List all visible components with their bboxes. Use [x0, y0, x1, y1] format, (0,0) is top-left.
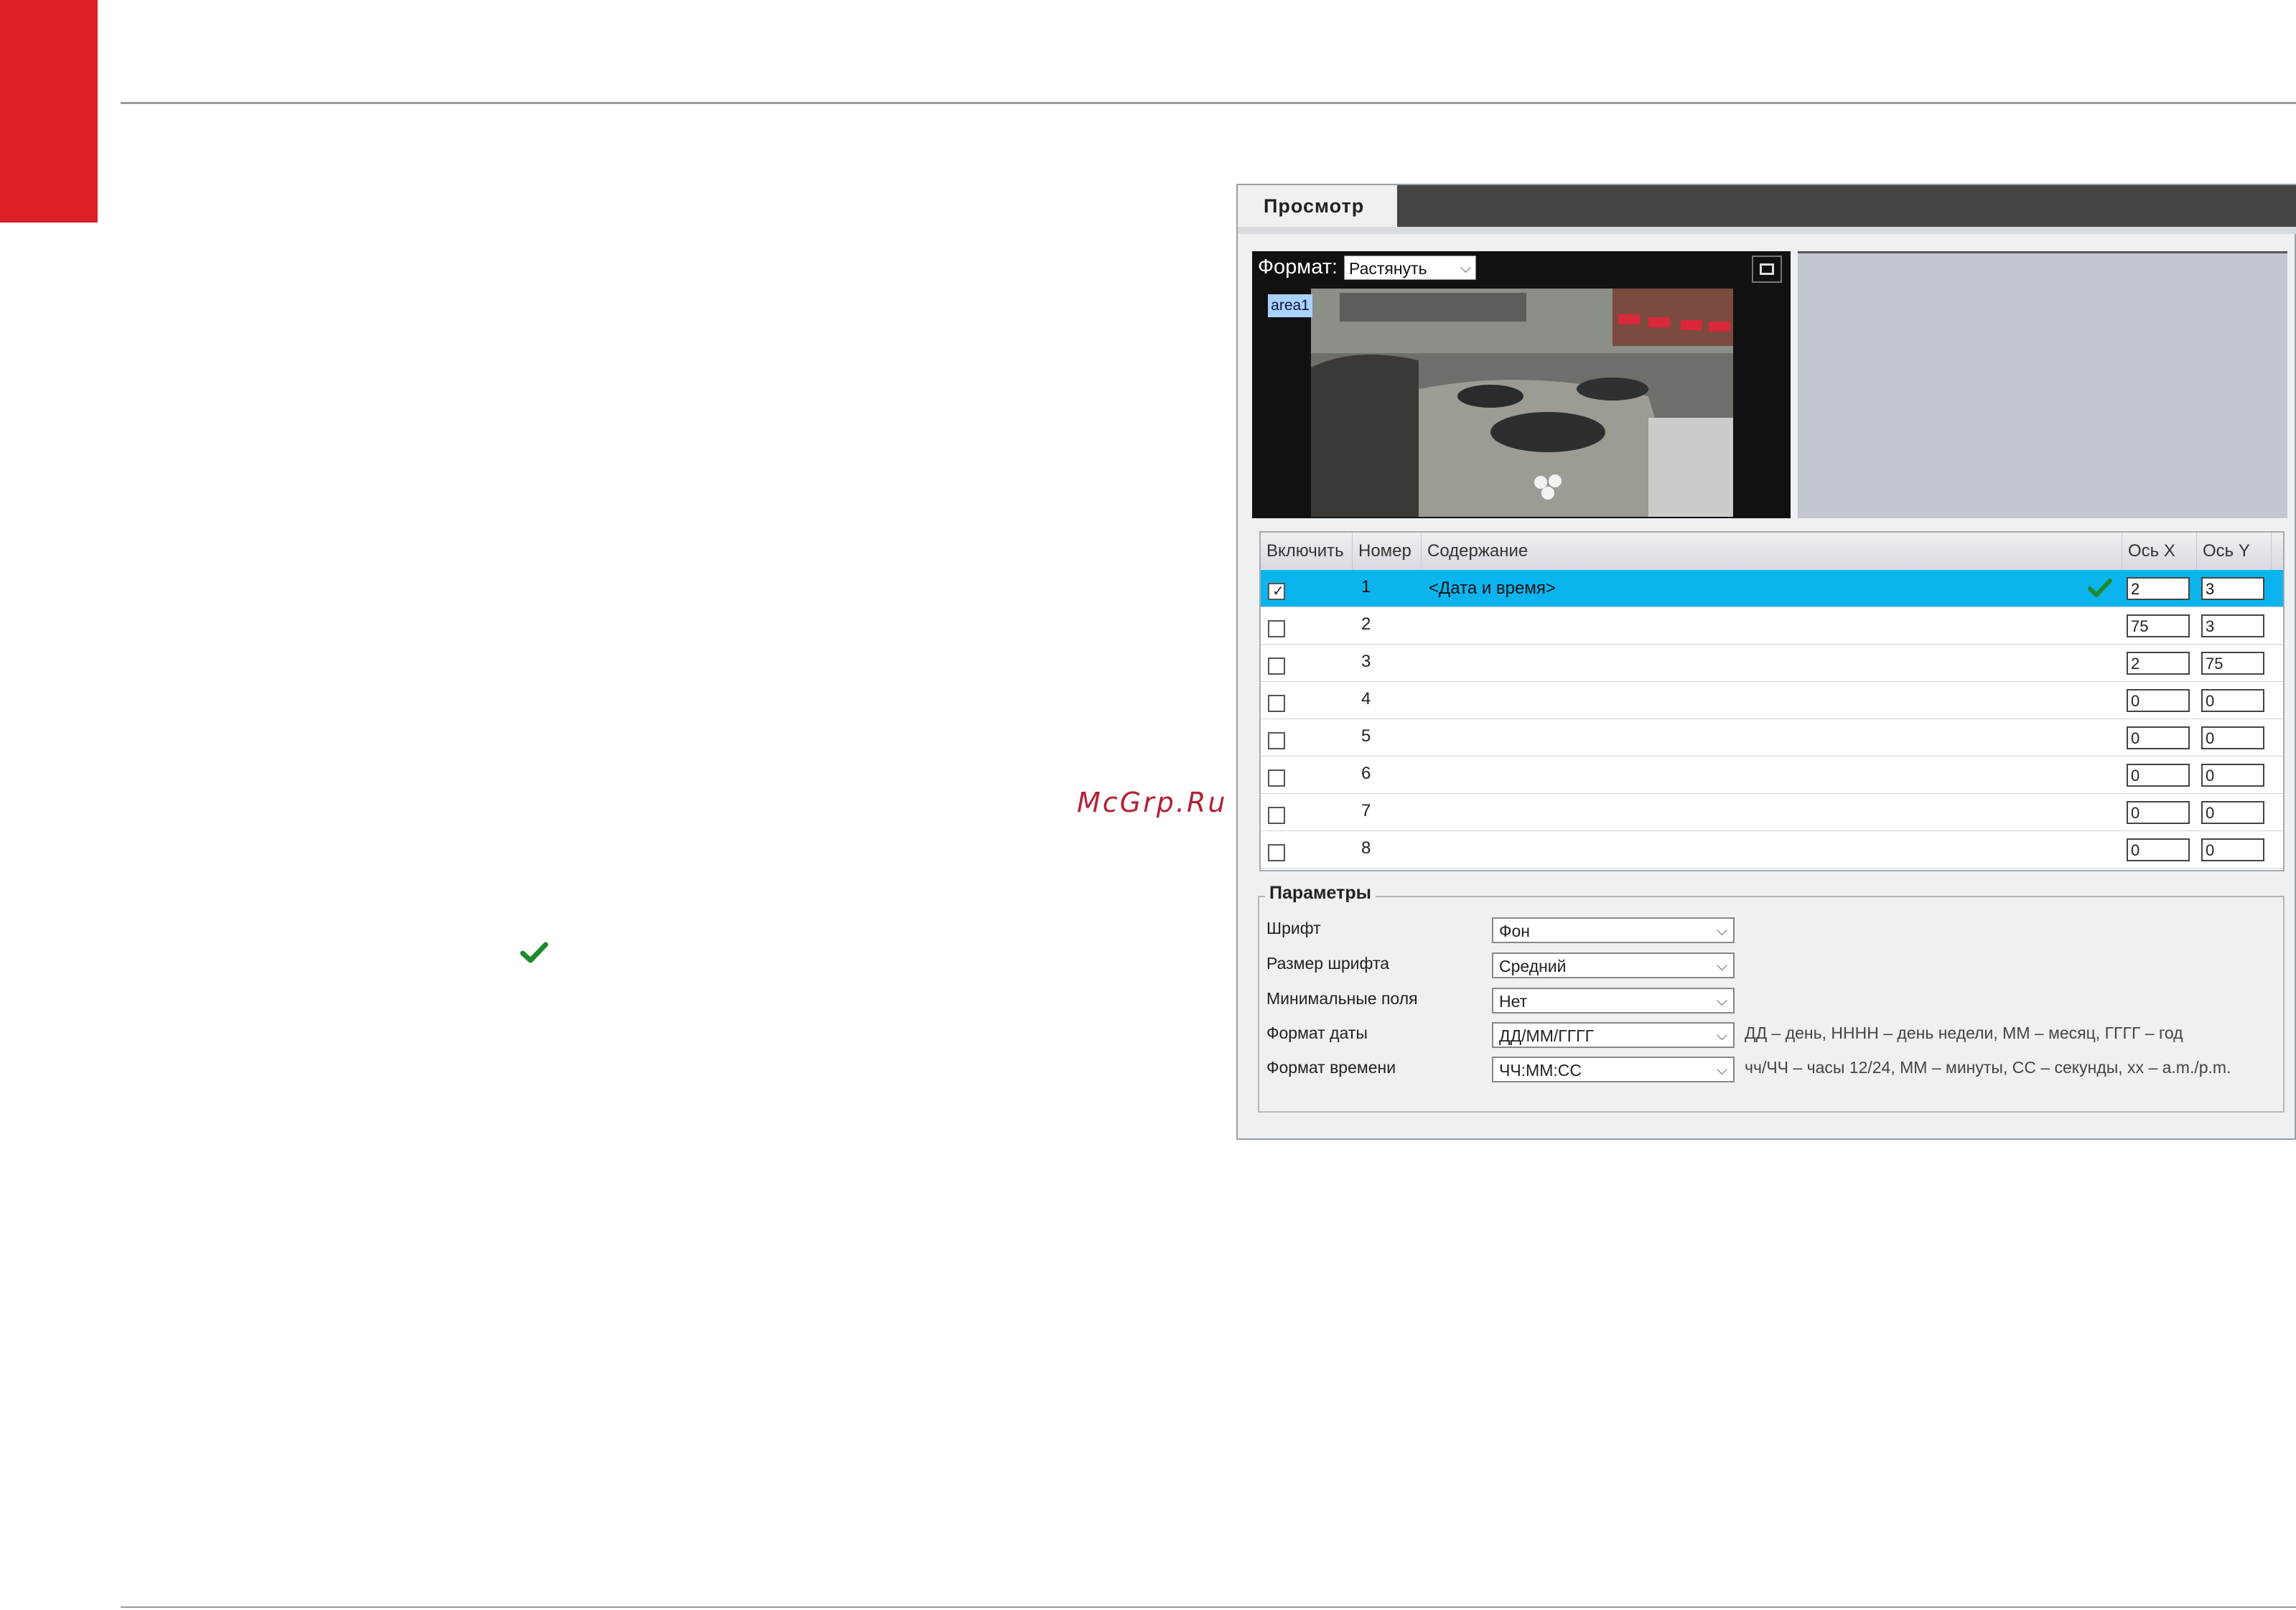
brand-tab	[0, 0, 98, 223]
column-header-enable[interactable]: Включить	[1261, 533, 1353, 570]
table-header: Включить Номер Содержание Ось X Ось Y	[1261, 533, 2283, 571]
axis-y-input[interactable]: 0	[2201, 689, 2264, 712]
checkbox-check-icon: ✓	[1272, 584, 1284, 599]
footer-rule	[121, 1606, 2296, 1608]
axis-y-input[interactable]: 75	[2201, 652, 2264, 675]
enable-checkbox[interactable]	[1268, 620, 1285, 637]
row-number: 5	[1361, 726, 1371, 746]
format-select[interactable]: Растянуть ⌵	[1344, 256, 1476, 280]
axis-x-input[interactable]: 0	[2127, 764, 2190, 787]
font-size-label: Размер шрифта	[1266, 954, 1390, 973]
table-row[interactable]: 2 75 3	[1261, 607, 2283, 645]
chevron-down-icon: ⌵	[1716, 993, 1727, 1009]
column-header-number[interactable]: Номер	[1353, 533, 1422, 570]
enable-checkbox[interactable]	[1268, 732, 1285, 749]
format-select-value: Растянуть	[1349, 259, 1427, 278]
table-row[interactable]: ✓ 1 <Дата и время> 2 3	[1261, 570, 2283, 607]
chevron-down-icon: ⌵	[1716, 923, 1727, 939]
enable-checkbox[interactable]	[1268, 769, 1285, 787]
area-label[interactable]: area1	[1268, 294, 1312, 317]
tab-underline	[1238, 227, 2296, 234]
axis-y-input[interactable]: 3	[2201, 577, 2264, 600]
axis-x-input[interactable]: 0	[2127, 801, 2190, 824]
parameters-group: Параметры Шрифт Фон ⌵ Размер шрифта Сред…	[1258, 883, 2285, 1113]
enable-checkbox[interactable]	[1268, 695, 1285, 712]
row-number: 8	[1361, 838, 1371, 858]
time-format-hint: чч/ЧЧ – часы 12/24, ММ – минуты, СС – се…	[1745, 1058, 2231, 1077]
time-format-label: Формат времени	[1266, 1058, 1396, 1077]
checkmark-icon	[520, 942, 549, 963]
chevron-down-icon: ⌵	[1716, 1062, 1727, 1078]
row-number: 1	[1361, 577, 1371, 596]
axis-y-input[interactable]: 3	[2201, 614, 2264, 637]
format-label: Формат:	[1258, 256, 1338, 279]
axis-x-input[interactable]: 2	[2127, 577, 2190, 600]
font-size-select-value: Средний	[1499, 957, 1567, 975]
axis-y-input[interactable]: 0	[2201, 726, 2264, 749]
table-row[interactable]: 4 0 0	[1261, 682, 2283, 719]
checkmark-icon	[2088, 579, 2112, 597]
enable-checkbox[interactable]	[1268, 657, 1285, 675]
osd-settings-window: Просмотр Формат: Растянуть ⌵ area1 Включ…	[1236, 184, 2296, 1140]
table-row[interactable]: 5 0 0	[1261, 719, 2283, 757]
column-header-axis-x[interactable]: Ось X	[2122, 533, 2197, 570]
table-row[interactable]: 7 0 0	[1261, 794, 2283, 831]
camera-frame	[1311, 289, 1733, 517]
min-margins-select-value: Нет	[1499, 992, 1528, 1011]
row-number: 4	[1361, 689, 1371, 708]
table-row[interactable]: 8 0 0	[1261, 831, 2283, 869]
watermark: McGrp.Ru	[1077, 787, 1228, 818]
chevron-down-icon: ⌵	[1460, 261, 1471, 276]
font-select[interactable]: Фон ⌵	[1492, 917, 1735, 943]
time-format-select[interactable]: ЧЧ:ММ:СС ⌵	[1492, 1057, 1735, 1082]
date-format-select-value: ДД/ММ/ГГГГ	[1499, 1026, 1595, 1045]
font-label: Шрифт	[1266, 919, 1321, 937]
enable-checkbox[interactable]	[1268, 807, 1285, 824]
axis-x-input[interactable]: 0	[2127, 838, 2190, 861]
tab-preview[interactable]: Просмотр	[1238, 185, 1397, 228]
column-header-axis-y[interactable]: Ось Y	[2197, 533, 2272, 570]
axis-x-input[interactable]: 0	[2127, 726, 2190, 749]
fullscreen-icon[interactable]	[1752, 256, 1782, 283]
axis-x-input[interactable]: 0	[2127, 689, 2190, 712]
time-format-select-value: ЧЧ:ММ:СС	[1499, 1061, 1582, 1080]
min-margins-select[interactable]: Нет ⌵	[1492, 988, 1735, 1014]
parameters-title: Параметры	[1265, 883, 1376, 904]
date-format-label: Формат даты	[1266, 1024, 1368, 1042]
axis-y-input[interactable]: 0	[2201, 764, 2264, 787]
header-rule	[121, 102, 2296, 104]
row-number: 7	[1361, 801, 1371, 820]
row-number: 2	[1361, 614, 1371, 634]
video-preview: Формат: Растянуть ⌵ area1	[1252, 251, 1791, 518]
axis-x-input[interactable]: 75	[2127, 614, 2190, 637]
date-format-select[interactable]: ДД/ММ/ГГГГ ⌵	[1492, 1022, 1735, 1048]
enable-checkbox[interactable]	[1268, 844, 1285, 861]
table-row[interactable]: 6 0 0	[1261, 757, 2283, 794]
row-number: 6	[1361, 764, 1371, 783]
axis-x-input[interactable]: 2	[2127, 652, 2190, 675]
axis-y-input[interactable]: 0	[2201, 801, 2264, 824]
font-select-value: Фон	[1499, 922, 1530, 940]
row-content[interactable]: <Дата и время>	[1429, 570, 1556, 607]
min-margins-label: Минимальные поля	[1266, 989, 1418, 1008]
font-size-select[interactable]: Средний ⌵	[1492, 953, 1735, 978]
column-header-content[interactable]: Содержание	[1422, 533, 2122, 570]
empty-preview-pane	[1798, 251, 2287, 518]
chevron-down-icon: ⌵	[1716, 1028, 1727, 1044]
preview-toolbar: Формат: Растянуть ⌵	[1252, 251, 1791, 287]
enable-checkbox[interactable]: ✓	[1268, 583, 1285, 600]
osd-table: Включить Номер Содержание Ось X Ось Y ✓ …	[1259, 531, 2285, 871]
date-format-hint: ДД – день, НННН – день недели, ММ – меся…	[1745, 1024, 2183, 1042]
table-row[interactable]: 3 2 75	[1261, 645, 2283, 682]
chevron-down-icon: ⌵	[1716, 958, 1727, 974]
row-number: 3	[1361, 652, 1371, 671]
axis-y-input[interactable]: 0	[2201, 838, 2264, 861]
